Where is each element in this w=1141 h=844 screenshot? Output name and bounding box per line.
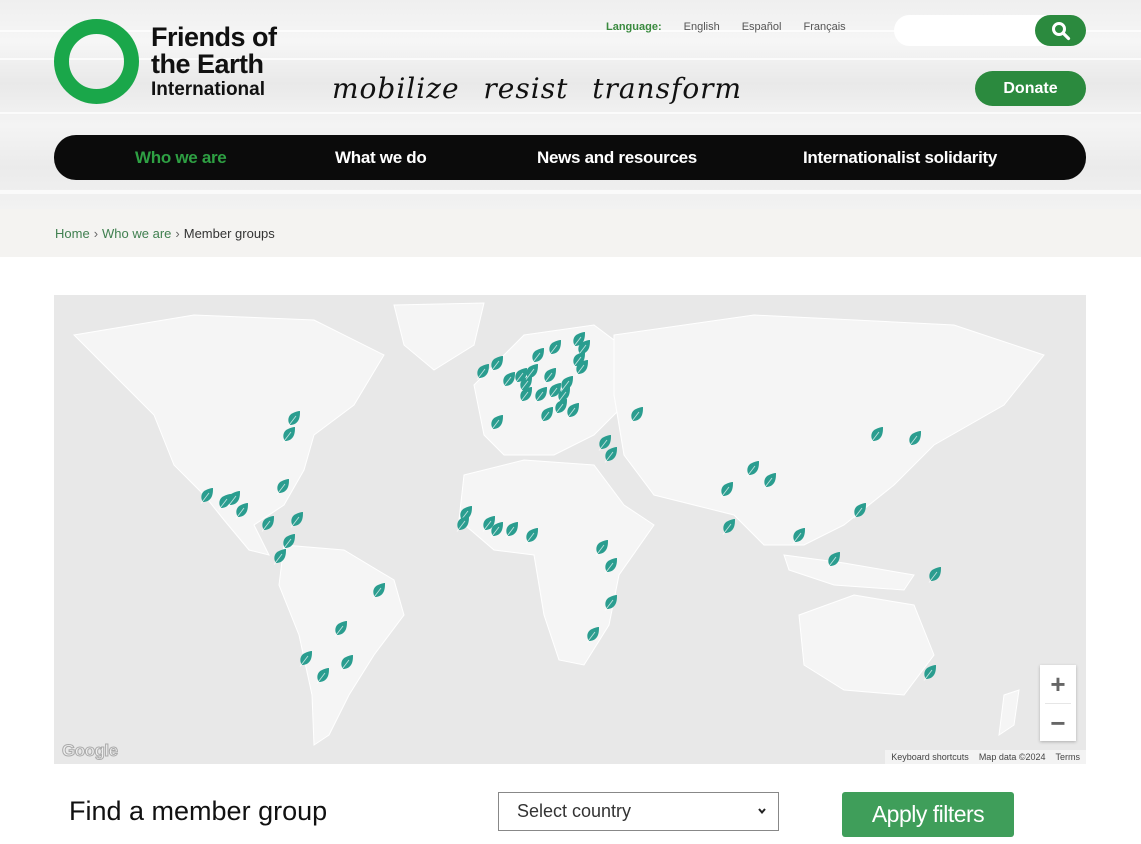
leaf-pin-icon[interactable] [548, 339, 562, 356]
leaf-pin-icon[interactable] [490, 355, 504, 372]
map-zoom-control: + − [1040, 665, 1076, 741]
breadcrumb: Home › Who we are › Member groups [55, 226, 275, 241]
nav-news-and-resources[interactable]: News and resources [537, 148, 697, 168]
logo-text-line2: the Earth [151, 49, 264, 79]
language-francais[interactable]: Français [803, 21, 845, 33]
leaf-pin-icon[interactable] [908, 430, 922, 447]
search-input[interactable] [894, 15, 1086, 46]
leaf-pin-icon[interactable] [827, 552, 841, 568]
leaf-pin-icon[interactable] [560, 375, 574, 392]
site-logo[interactable]: Friends of the Earth International [54, 19, 277, 104]
map-data-credit: Map data ©2024 [978, 752, 1046, 762]
zoom-out-button[interactable]: − [1040, 704, 1076, 742]
main-nav: Who we are What we do News and resources… [54, 135, 1086, 180]
language-english[interactable]: English [684, 21, 720, 33]
leaf-pin-icon[interactable] [534, 387, 548, 404]
leaf-pin-icon[interactable] [287, 411, 301, 427]
leaf-pin-icon[interactable] [531, 347, 545, 364]
member-groups-map[interactable]: Google + − Keyboard shortcuts Map data ©… [54, 295, 1086, 764]
leaf-pin-icon[interactable] [853, 503, 867, 520]
nav-internationalist-solidarity[interactable]: Internationalist solidarity [803, 148, 997, 168]
leaf-pin-icon[interactable] [540, 407, 554, 423]
leaf-pin-icon[interactable] [519, 387, 533, 404]
logo-text-line3: International [151, 79, 266, 100]
leaf-pin-icon[interactable] [630, 407, 644, 423]
chevron-down-icon [758, 808, 766, 815]
search-icon [1051, 21, 1070, 40]
google-logo: Google [62, 741, 119, 761]
leaf-pin-icon[interactable] [316, 668, 330, 684]
leaf-pin-icon[interactable] [746, 460, 760, 477]
terms-link[interactable]: Terms [1056, 752, 1081, 762]
leaf-pin-icon[interactable] [543, 367, 557, 384]
logo-text-line1: Friends of [151, 22, 277, 52]
language-switcher: Language: English Español Français [606, 21, 846, 33]
leaf-pin-icon[interactable] [261, 515, 275, 532]
leaf-pin-icon[interactable] [722, 518, 736, 535]
search-button[interactable] [1035, 15, 1086, 46]
leaf-pin-icon[interactable] [604, 594, 618, 611]
leaf-pin-icon[interactable] [456, 515, 470, 532]
country-select-value: Select country [517, 801, 632, 821]
breadcrumb-who-we-are[interactable]: Who we are [102, 226, 171, 241]
zoom-in-button[interactable]: + [1040, 665, 1076, 703]
leaf-pin-icon[interactable] [282, 426, 296, 443]
leaf-pin-icon[interactable] [490, 415, 504, 431]
leaf-pin-icon[interactable] [595, 539, 609, 556]
leaf-pin-icon[interactable] [505, 521, 519, 538]
map-land [72, 302, 1045, 746]
leaf-pin-icon[interactable] [334, 620, 348, 637]
apply-filters-button[interactable]: Apply filters [842, 792, 1014, 837]
leaf-pin-icon[interactable] [792, 527, 806, 544]
leaf-pin-icon[interactable] [200, 488, 214, 504]
leaf-pin-icon[interactable] [525, 363, 539, 380]
language-espanol[interactable]: Español [742, 21, 782, 33]
site-header: Friends of the Earth International mobil… [0, 0, 1141, 209]
leaf-pin-icon[interactable] [928, 567, 942, 584]
leaf-pin-icon[interactable] [720, 481, 734, 498]
leaf-pin-icon[interactable] [490, 521, 504, 538]
leaf-pin-icon[interactable] [290, 512, 304, 529]
leaf-pin-icon[interactable] [476, 363, 490, 380]
leaf-pin-icon[interactable] [372, 582, 386, 599]
leaf-pin-icon[interactable] [276, 478, 290, 495]
leaf-pin-icon[interactable] [566, 403, 580, 419]
donate-button[interactable]: Donate [975, 71, 1086, 106]
breadcrumb-current: Member groups [183, 226, 275, 241]
leaf-pin-icon[interactable] [763, 472, 777, 489]
leaf-pin-icon[interactable] [923, 664, 937, 681]
breadcrumb-separator: › [93, 226, 99, 241]
leaf-pin-icon[interactable] [575, 359, 589, 376]
find-member-group-title: Find a member group [69, 796, 328, 826]
leaf-pin-icon[interactable] [586, 627, 600, 644]
leaf-pin-icon[interactable] [604, 446, 618, 463]
breadcrumb-separator: › [175, 226, 180, 241]
leaf-pin-icon[interactable] [299, 651, 313, 667]
logo-ring-icon [54, 19, 139, 104]
breadcrumb-home[interactable]: Home [55, 226, 90, 241]
leaf-pin-icon[interactable] [273, 549, 287, 565]
leaf-pin-icon[interactable] [870, 426, 884, 443]
leaf-pin-icon[interactable] [604, 558, 618, 574]
nav-who-we-are[interactable]: Who we are [135, 148, 227, 168]
keyboard-shortcuts-link[interactable]: Keyboard shortcuts [891, 752, 969, 762]
nav-what-we-do[interactable]: What we do [335, 148, 427, 168]
leaf-pin-icon[interactable] [235, 503, 249, 520]
leaf-pin-icon[interactable] [282, 533, 296, 550]
tagline: mobilize resist transform [332, 72, 743, 105]
breadcrumb-bar: Home › Who we are › Member groups [0, 209, 1141, 257]
language-label: Language: [606, 21, 662, 33]
leaf-pin-icon[interactable] [340, 654, 354, 671]
leaf-pin-icon[interactable] [525, 527, 539, 544]
country-select[interactable]: Select country [498, 792, 779, 831]
map-attribution: Keyboard shortcuts Map data ©2024 Terms [885, 750, 1086, 764]
